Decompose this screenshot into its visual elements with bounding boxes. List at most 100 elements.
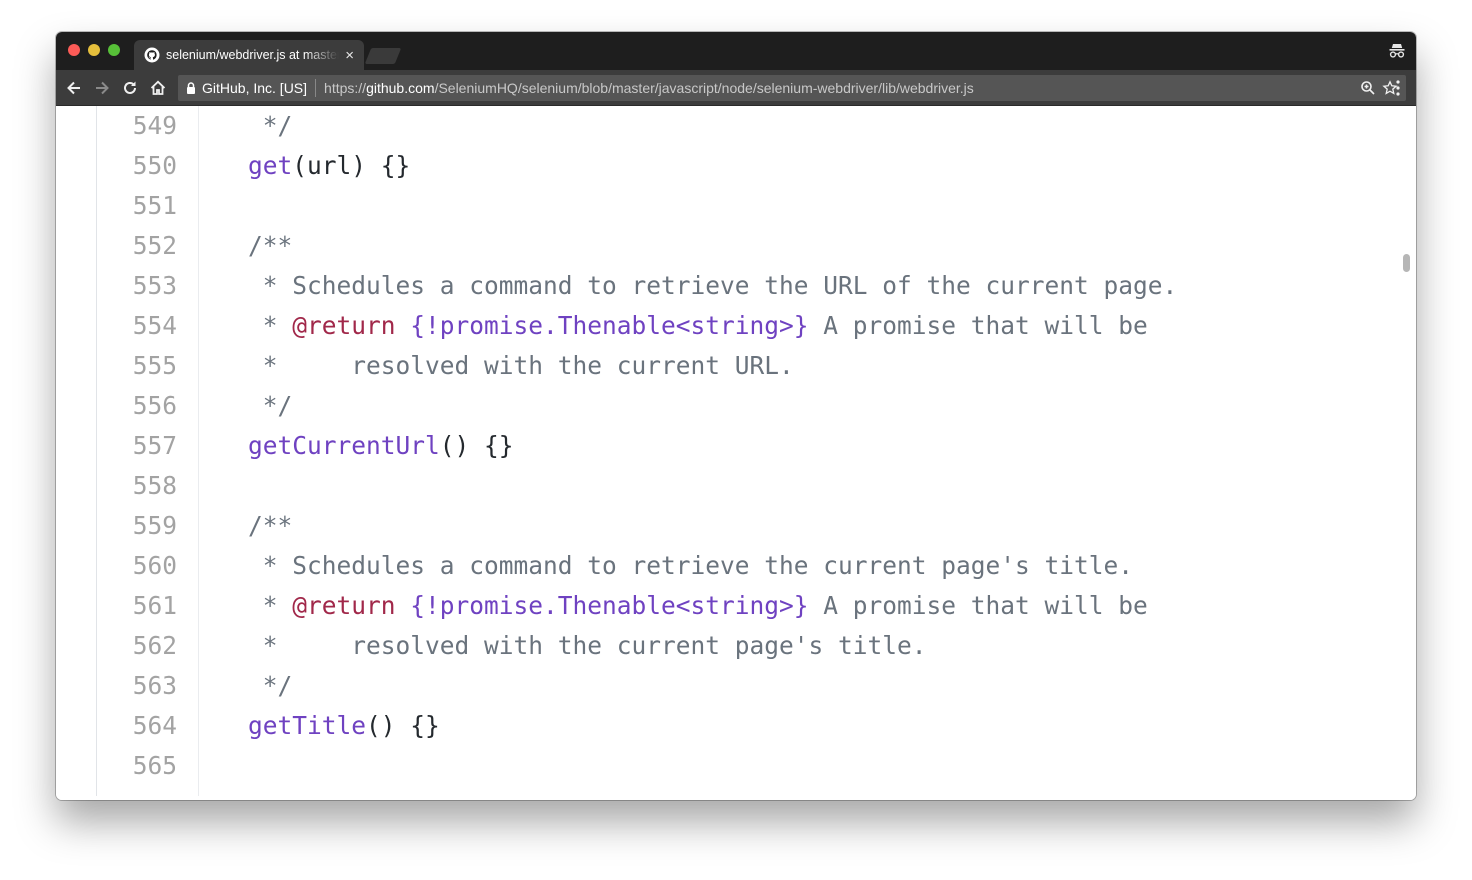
code-token: /** [248,231,293,260]
url-host: github.com [366,80,435,96]
code-line: 556 */ [56,386,1396,426]
code-line: 558 [56,466,1396,506]
code-token: */ [248,391,293,420]
code-token: @return [292,311,396,340]
code-token: getCurrentUrl [248,431,440,460]
home-button[interactable] [148,78,168,98]
reload-icon [124,81,136,94]
code-token: {!promise.Thenable<string>} [395,311,809,340]
code-line: 552 /** [56,226,1396,266]
vertical-scrollbar-thumb[interactable] [1403,254,1410,272]
omnibox-divider [315,79,317,97]
code-line: 555 * resolved with the current URL. [56,346,1396,386]
incognito-icon [1389,44,1405,58]
minimize-window-button[interactable] [88,44,100,56]
back-icon [67,81,80,95]
line-number[interactable]: 565 [96,751,177,780]
tab-title: selenium/webdriver.js at master · Seleni… [166,48,340,62]
home-icon [150,80,166,95]
page-content: 549 */ 550 get(url) {} 551 552 /** 553 * Sched… [56,106,1416,800]
line-number[interactable]: 555 [96,351,177,380]
line-number[interactable]: 552 [96,231,177,260]
code-token: A promise that will be [808,311,1148,340]
code-text: * resolved with the current URL. [248,351,794,380]
code-token: */ [248,671,293,700]
code-token: * [248,591,293,620]
reload-button[interactable] [120,78,140,98]
code-token: @return [292,591,396,620]
code-text: * @return {!promise.Thenable<string>} A … [248,591,1148,620]
code-token: * resolved with the current URL. [248,351,794,380]
code-line: 554 * @return {!promise.Thenable<string>… [56,306,1396,346]
code-text: /** [248,231,292,260]
line-number[interactable]: 561 [96,591,177,620]
code-text: /** [248,511,292,540]
code-token: get [248,151,293,180]
menu-icon[interactable] [1390,79,1406,97]
maximize-window-button[interactable] [108,44,120,56]
code-line: 564 getTitle() {} [56,706,1396,746]
zoom-icon[interactable] [1360,80,1376,96]
code-text: */ [248,111,293,140]
code-line: 560 * Schedules a command to retrieve th… [56,546,1396,586]
line-number[interactable]: 554 [96,311,177,340]
line-number[interactable]: 551 [96,191,177,220]
address-bar[interactable]: GitHub, Inc. [US] https://github.com/Sel… [178,75,1406,101]
line-number[interactable]: 550 [96,151,177,180]
lock-icon [187,82,195,94]
forward-button[interactable] [92,78,112,98]
code-token: (url) {} [292,151,411,180]
close-window-button[interactable] [68,44,80,56]
code-token: * Schedules a command to retrieve the UR… [248,271,1178,300]
forward-icon [96,81,109,95]
code-token: getTitle [248,711,367,740]
code-text: * Schedules a command to retrieve the UR… [248,271,1178,300]
line-number[interactable]: 558 [96,471,177,500]
line-number[interactable]: 549 [96,111,177,140]
code-token: {!promise.Thenable<string>} [395,591,809,620]
code-text: get(url) {} [248,151,410,180]
line-number[interactable]: 560 [96,551,177,580]
line-number[interactable]: 553 [96,271,177,300]
code-line: 550 get(url) {} [56,146,1396,186]
code-token: * Schedules a command to retrieve the cu… [248,551,1134,580]
site-identity[interactable]: GitHub, Inc. [US] [202,80,307,96]
line-number[interactable]: 563 [96,671,177,700]
url-scheme: https:// [324,80,367,96]
code-line: 557 getCurrentUrl() {} [56,426,1396,466]
browser-window: selenium/webdriver.js at master · Seleni… [56,32,1416,800]
line-number[interactable]: 557 [96,431,177,460]
code-line: 551 [56,186,1396,226]
line-number[interactable]: 556 [96,391,177,420]
github-icon [144,47,160,63]
close-icon[interactable]: × [345,48,354,63]
code-text: */ [248,391,293,420]
line-number[interactable]: 564 [96,711,177,740]
line-number[interactable]: 562 [96,631,177,660]
code-text: getTitle() {} [248,711,440,740]
back-button[interactable] [64,78,84,98]
code-line: 559 /** [56,506,1396,546]
code-token: () {} [439,431,514,460]
url-text[interactable]: https://github.com/SeleniumHQ/selenium/b… [324,80,1360,96]
toolbar: GitHub, Inc. [US] https://github.com/Sel… [56,70,1416,106]
code-token: * [248,311,293,340]
code-text: * resolved with the current page's title… [248,631,927,660]
code-line: 549 */ [56,106,1396,146]
code-line: 561 * @return {!promise.Thenable<string>… [56,586,1396,626]
code-text: * Schedules a command to retrieve the cu… [248,551,1133,580]
code-token: A promise that will be [808,591,1148,620]
line-number[interactable]: 559 [96,511,177,540]
code-text: getCurrentUrl() {} [248,431,514,460]
new-tab-button[interactable] [364,48,402,64]
code-line: 563 */ [56,666,1396,706]
url-path: /SeleniumHQ/selenium/blob/master/javascr… [434,80,974,96]
code-text: * @return {!promise.Thenable<string>} A … [248,311,1148,340]
code-line: 553 * Schedules a command to retrieve th… [56,266,1396,306]
tab-active[interactable]: selenium/webdriver.js at master · Seleni… [134,40,364,70]
code-token: /** [248,511,293,540]
code-text: */ [248,671,293,700]
code-line: 565 [56,746,1396,786]
code-token: * resolved with the current page's title… [248,631,927,660]
tab-strip: selenium/webdriver.js at master · Seleni… [56,32,1416,70]
